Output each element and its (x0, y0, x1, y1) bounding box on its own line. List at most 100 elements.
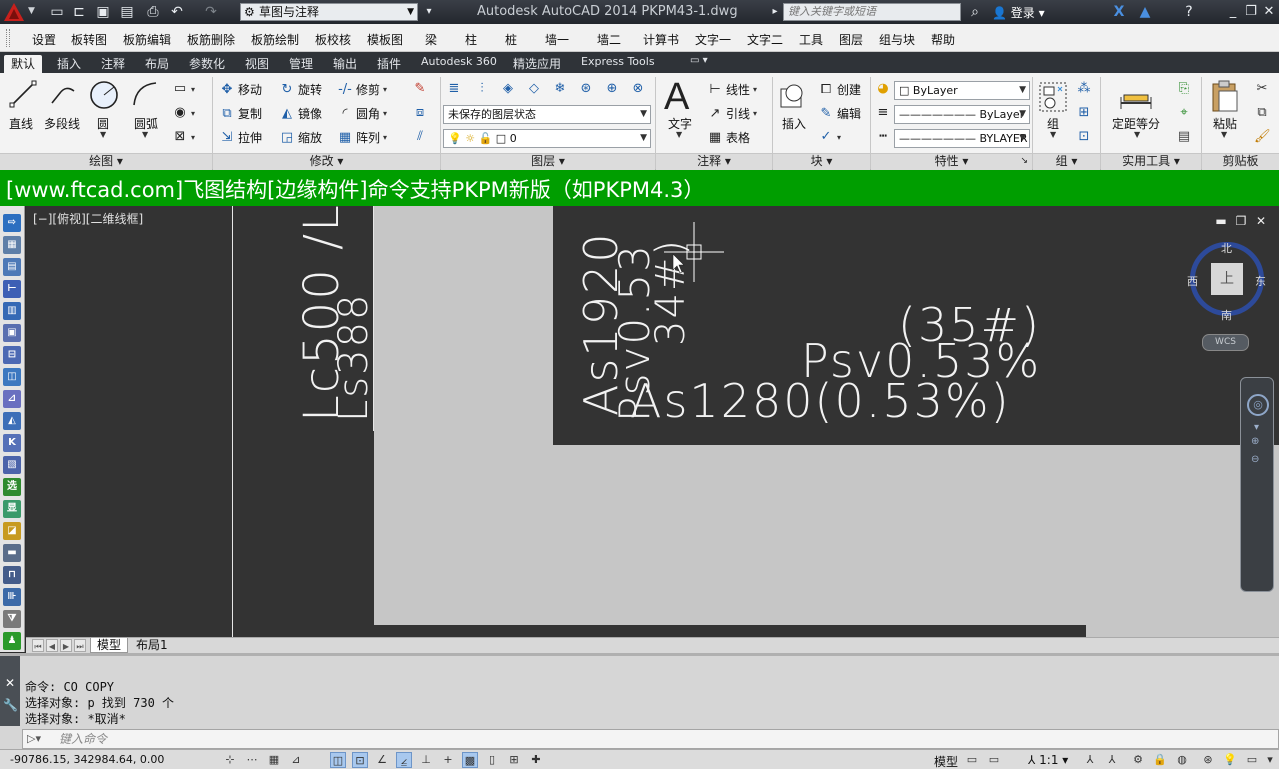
lineweight-select[interactable]: ——————— ByLayer ▼ (894, 105, 1030, 124)
search-chevron-icon[interactable]: ▸ (766, 3, 784, 21)
exchange-icon[interactable]: X (1110, 3, 1128, 21)
eraser-tool-icon[interactable]: ◪ (3, 522, 21, 540)
viewport-close-icon[interactable]: ✕ (1254, 214, 1268, 228)
quick-select-button[interactable]: ⎘ (1176, 81, 1192, 97)
tab-view[interactable]: 视图 (245, 55, 269, 73)
viewport-controls-label[interactable]: [−][俯视][二维线框] (33, 210, 143, 227)
rebar-tool-icon[interactable]: ▤ (3, 258, 21, 276)
modify-panel-title[interactable]: 修改 ▾ (213, 153, 440, 170)
grid-icon[interactable]: ▦ (266, 752, 282, 768)
clean-screen-icon[interactable]: ▭ (1244, 752, 1260, 768)
menu-wall-1[interactable]: 墙一 (545, 31, 569, 48)
measure-button[interactable] (1118, 85, 1154, 111)
object-snap-icon[interactable]: ⊡ (352, 752, 368, 768)
slab-tool-icon[interactable]: ▦ (3, 236, 21, 254)
last-layout-icon[interactable]: ⏭ (74, 639, 86, 652)
minimize-icon[interactable]: _ (1224, 3, 1242, 21)
transparency-icon[interactable]: ▯ (484, 752, 500, 768)
mirror-tool-icon[interactable]: ◭ (3, 412, 21, 430)
edge-member-tool-icon[interactable]: ◫ (3, 368, 21, 386)
paste-dropdown-icon[interactable]: ▼ (1221, 130, 1227, 139)
scale-button[interactable]: ◲ 缩放 (279, 129, 322, 146)
paste-button[interactable] (1210, 79, 1240, 113)
select-tool-icon[interactable]: 选 (3, 478, 21, 496)
print-icon[interactable]: ⎙ (144, 3, 162, 21)
annotation-panel-title[interactable]: 注释 ▾ (656, 153, 772, 170)
text-button[interactable]: A (664, 77, 689, 117)
explode-button[interactable]: ⧈ (412, 105, 428, 121)
stirrup-tool-icon[interactable]: ⊓ (3, 566, 21, 584)
quick-access-menu-icon[interactable]: ▾ (420, 3, 438, 21)
viewport-minimize-icon[interactable]: ▬ (1214, 214, 1228, 228)
pile-tool-icon[interactable]: ⊟ (3, 346, 21, 364)
person-tool-icon[interactable]: ♟ (3, 632, 21, 650)
linear-dimension-button[interactable]: ⊢ 线性 ▾ (707, 81, 757, 98)
copy-clip-button[interactable]: ⧉ (1254, 105, 1270, 121)
tab-manage[interactable]: 管理 (289, 55, 313, 73)
selection-cycling-icon[interactable]: ✚ (528, 752, 544, 768)
lock-icon[interactable]: 🔒 (1152, 752, 1168, 768)
lineweight-icon-button[interactable]: ≡ (875, 105, 891, 121)
text-dropdown-icon[interactable]: ▼ (676, 130, 682, 139)
status-menu-icon[interactable]: ▾ (1262, 752, 1278, 768)
close-icon[interactable]: ✕ (3, 676, 17, 690)
menu-formwork[interactable]: 模板图 (367, 31, 403, 48)
viewport-restore-icon[interactable]: ❐ (1234, 214, 1248, 228)
group-select-button[interactable]: ⊡ (1076, 129, 1092, 145)
group-edit-button[interactable]: ⊞ (1076, 105, 1092, 121)
close-icon[interactable]: ✕ (1260, 3, 1278, 21)
layer-match-button[interactable]: ⊕ (604, 81, 620, 97)
polar-tracking-icon[interactable]: ◫ (330, 752, 346, 768)
offset-button[interactable]: ⫽ (412, 129, 428, 145)
compass-east[interactable]: 东 (1255, 273, 1266, 289)
wall-tool-icon[interactable]: ▣ (3, 324, 21, 342)
menu-layers[interactable]: 图层 (839, 31, 863, 48)
tab-featured-apps[interactable]: 精选应用 (513, 55, 561, 73)
tab-model[interactable]: 模型 (90, 638, 129, 653)
menu-tools[interactable]: 工具 (799, 31, 823, 48)
login-button[interactable]: 👤 登录 ▾ (992, 4, 1045, 21)
menu-rebar-delete[interactable]: 板筋删除 (187, 31, 235, 48)
menu-wall-2[interactable]: 墙二 (597, 31, 621, 48)
layers-panel-title[interactable]: 图层 ▾ (441, 153, 655, 170)
save-as-icon[interactable]: ▤ (118, 3, 136, 21)
auto-scale-icon[interactable]: ⅄ (1104, 752, 1120, 768)
utilities-panel-title[interactable]: 实用工具 ▾ (1101, 153, 1201, 170)
autocad-logo-icon[interactable] (2, 1, 26, 23)
groups-panel-title[interactable]: 组 ▾ (1033, 153, 1100, 170)
menu-group-block[interactable]: 组与块 (879, 31, 915, 48)
layer-state-select[interactable]: 未保存的图层状态 ▼ (443, 105, 651, 124)
edit-block-button[interactable]: ✎ 编辑 (818, 105, 861, 122)
layer-walk-button[interactable]: ⊗ (630, 81, 646, 97)
orbit-icon[interactable]: ⊖ (1251, 454, 1259, 465)
ribbon-minimize-toggle-icon[interactable]: ▭ ▾ (690, 55, 708, 73)
menu-text-1[interactable]: 文字一 (695, 31, 731, 48)
layer-lock-button[interactable]: ⊛ (578, 81, 594, 97)
quick-view-layouts-icon[interactable]: ▭ (964, 752, 980, 768)
table-button[interactable]: ▦ 表格 (707, 129, 750, 146)
binoculars-icon[interactable]: ⌕ (966, 3, 984, 21)
linetype-select[interactable]: ——————— BYLAYER ▼ (894, 129, 1030, 148)
layer-isolate-button[interactable]: ◇ (526, 81, 542, 97)
annotation-visibility-icon[interactable]: ⅄ (1082, 752, 1098, 768)
new-file-icon[interactable]: ▭ (48, 3, 66, 21)
match-prop-button[interactable]: 🖌 (1254, 129, 1271, 145)
compass-west[interactable]: 西 (1187, 273, 1198, 289)
zoom-icon[interactable]: ⊕ (1251, 436, 1259, 447)
menu-text-2[interactable]: 文字二 (747, 31, 783, 48)
menu-calc-report[interactable]: 计算书 (643, 31, 679, 48)
menu-rebar-draw[interactable]: 板筋绘制 (251, 31, 299, 48)
layer-select[interactable]: 💡 ☼ 🔓 □ 0 ▼ (443, 129, 651, 148)
insert-block-button[interactable] (778, 81, 808, 111)
mirror-button[interactable]: ◭ 镜像 (279, 105, 322, 122)
trim-button[interactable]: -/- 修剪 ▾ (337, 81, 387, 98)
menu-column[interactable]: 柱 (465, 31, 477, 48)
region-button[interactable]: ⊠ ▾ (172, 129, 195, 145)
prev-layout-icon[interactable]: ◀ (46, 639, 58, 652)
menu-beam[interactable]: 梁 (425, 31, 437, 48)
menu-pile[interactable]: 桩 (505, 31, 517, 48)
color-select[interactable]: □ ByLayer ▼ (894, 81, 1030, 100)
dimension-tool-icon[interactable]: ⊿ (3, 390, 21, 408)
menu-slab-to-drawing[interactable]: 板转图 (71, 31, 107, 48)
menu-help[interactable]: 帮助 (931, 31, 955, 48)
